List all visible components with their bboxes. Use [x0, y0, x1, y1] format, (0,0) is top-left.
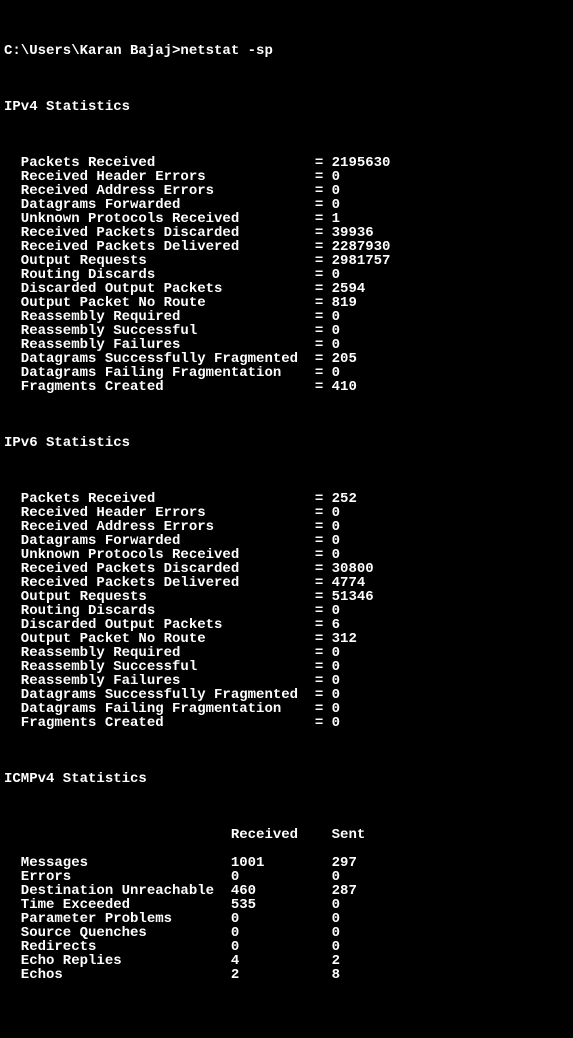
stat-row: Fragments Created = 0: [4, 716, 569, 730]
stat-row: Discarded Output Packets = 6: [4, 618, 569, 632]
stat-row: Received Address Errors = 0: [4, 520, 569, 534]
stat-row: Datagrams Forwarded = 0: [4, 534, 569, 548]
icmp-row: Parameter Problems 0 0: [4, 912, 569, 926]
stat-row: Datagrams Successfully Fragmented = 0: [4, 688, 569, 702]
stat-row: Reassembly Failures = 0: [4, 674, 569, 688]
command-prompt: C:\Users\Karan Bajaj>netstat -sp: [4, 44, 569, 58]
stat-row: Received Header Errors = 0: [4, 170, 569, 184]
stat-row: Reassembly Successful = 0: [4, 324, 569, 338]
blank: [4, 128, 569, 142]
icmp-row: Time Exceeded 535 0: [4, 898, 569, 912]
stat-row: Received Packets Delivered = 2287930: [4, 240, 569, 254]
icmp-row: Redirects 0 0: [4, 940, 569, 954]
ipv4-rows: Packets Received = 2195630 Received Head…: [4, 156, 569, 394]
stat-row: Output Requests = 2981757: [4, 254, 569, 268]
ipv6-title: IPv6 Statistics: [4, 436, 569, 450]
stat-row: Datagrams Failing Fragmentation = 0: [4, 702, 569, 716]
stat-row: Reassembly Failures = 0: [4, 338, 569, 352]
stat-row: Output Requests = 51346: [4, 590, 569, 604]
icmp-row: Source Quenches 0 0: [4, 926, 569, 940]
blank: [4, 800, 569, 814]
stat-row: Output Packet No Route = 312: [4, 632, 569, 646]
icmpv4-rows: Messages 1001 297 Errors 0 0 Destination…: [4, 856, 569, 982]
ipv4-title: IPv4 Statistics: [4, 100, 569, 114]
stat-row: Routing Discards = 0: [4, 268, 569, 282]
icmpv4-headers: Received Sent: [4, 828, 569, 842]
stat-row: Reassembly Required = 0: [4, 310, 569, 324]
stat-row: Routing Discards = 0: [4, 604, 569, 618]
stat-row: Reassembly Required = 0: [4, 646, 569, 660]
stat-row: Received Packets Discarded = 39936: [4, 226, 569, 240]
stat-row: Datagrams Failing Fragmentation = 0: [4, 366, 569, 380]
stat-row: Packets Received = 252: [4, 492, 569, 506]
icmpv4-title: ICMPv4 Statistics: [4, 772, 569, 786]
blank: [4, 408, 569, 422]
icmp-row: Messages 1001 297: [4, 856, 569, 870]
ipv6-rows: Packets Received = 252 Received Header E…: [4, 492, 569, 730]
stat-row: Packets Received = 2195630: [4, 156, 569, 170]
stat-row: Received Address Errors = 0: [4, 184, 569, 198]
stat-row: Datagrams Forwarded = 0: [4, 198, 569, 212]
stat-row: Unknown Protocols Received = 1: [4, 212, 569, 226]
stat-row: Received Packets Discarded = 30800: [4, 562, 569, 576]
stat-row: Fragments Created = 410: [4, 380, 569, 394]
stat-row: Unknown Protocols Received = 0: [4, 548, 569, 562]
stat-row: Discarded Output Packets = 2594: [4, 282, 569, 296]
stat-row: Received Header Errors = 0: [4, 506, 569, 520]
icmp-row: Echo Replies 4 2: [4, 954, 569, 968]
stat-row: Datagrams Successfully Fragmented = 205: [4, 352, 569, 366]
icmp-row: Destination Unreachable 460 287: [4, 884, 569, 898]
blank: [4, 464, 569, 478]
stat-row: Received Packets Delivered = 4774: [4, 576, 569, 590]
blank: [4, 72, 569, 86]
icmp-row: Errors 0 0: [4, 870, 569, 884]
icmp-row: Echos 2 8: [4, 968, 569, 982]
stat-row: Reassembly Successful = 0: [4, 660, 569, 674]
stat-row: Output Packet No Route = 819: [4, 296, 569, 310]
blank: [4, 744, 569, 758]
